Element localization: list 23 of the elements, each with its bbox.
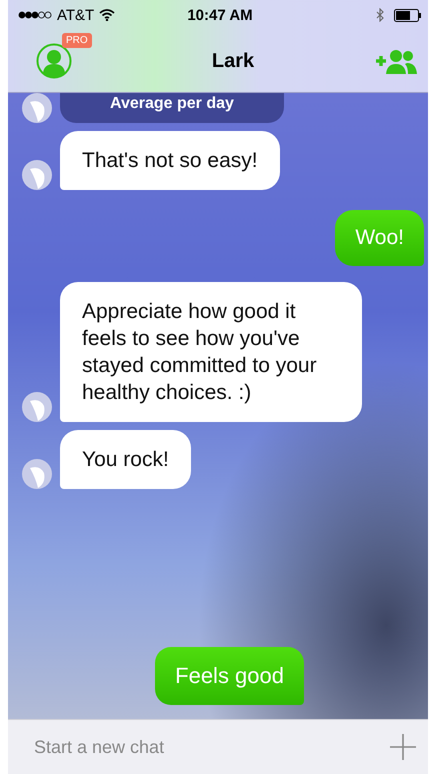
sent-message: Woo! (335, 210, 424, 266)
received-message: You rock! (60, 430, 191, 489)
received-message: Appreciate how good it feels to see how you've stayed committed to your healthy choices. :) (60, 282, 362, 422)
add-people-icon[interactable] (374, 47, 418, 75)
bot-avatar-icon (22, 93, 52, 123)
wifi-icon (99, 9, 116, 21)
profile-avatar-icon[interactable] (36, 43, 72, 79)
summary-card-title: Average per day (60, 93, 284, 123)
pro-badge: PRO (62, 33, 92, 48)
new-chat-field[interactable]: Start a new chat (32, 736, 388, 758)
add-icon[interactable] (388, 732, 418, 762)
bot-avatar-icon (22, 459, 52, 489)
bluetooth-icon (376, 8, 384, 22)
chat-title: Lark (210, 50, 256, 72)
received-message: That's not so easy! (60, 131, 280, 190)
status-time: 10:47 AM (187, 6, 253, 24)
composer-bar[interactable]: Start a new chat (8, 719, 428, 774)
carrier-name: AT&T (57, 6, 94, 24)
signal-icon (18, 11, 52, 19)
reply-option-button[interactable]: Feels good (155, 647, 304, 705)
bot-avatar-icon (22, 392, 52, 422)
bot-avatar-icon (22, 160, 52, 190)
battery-icon (394, 8, 422, 22)
